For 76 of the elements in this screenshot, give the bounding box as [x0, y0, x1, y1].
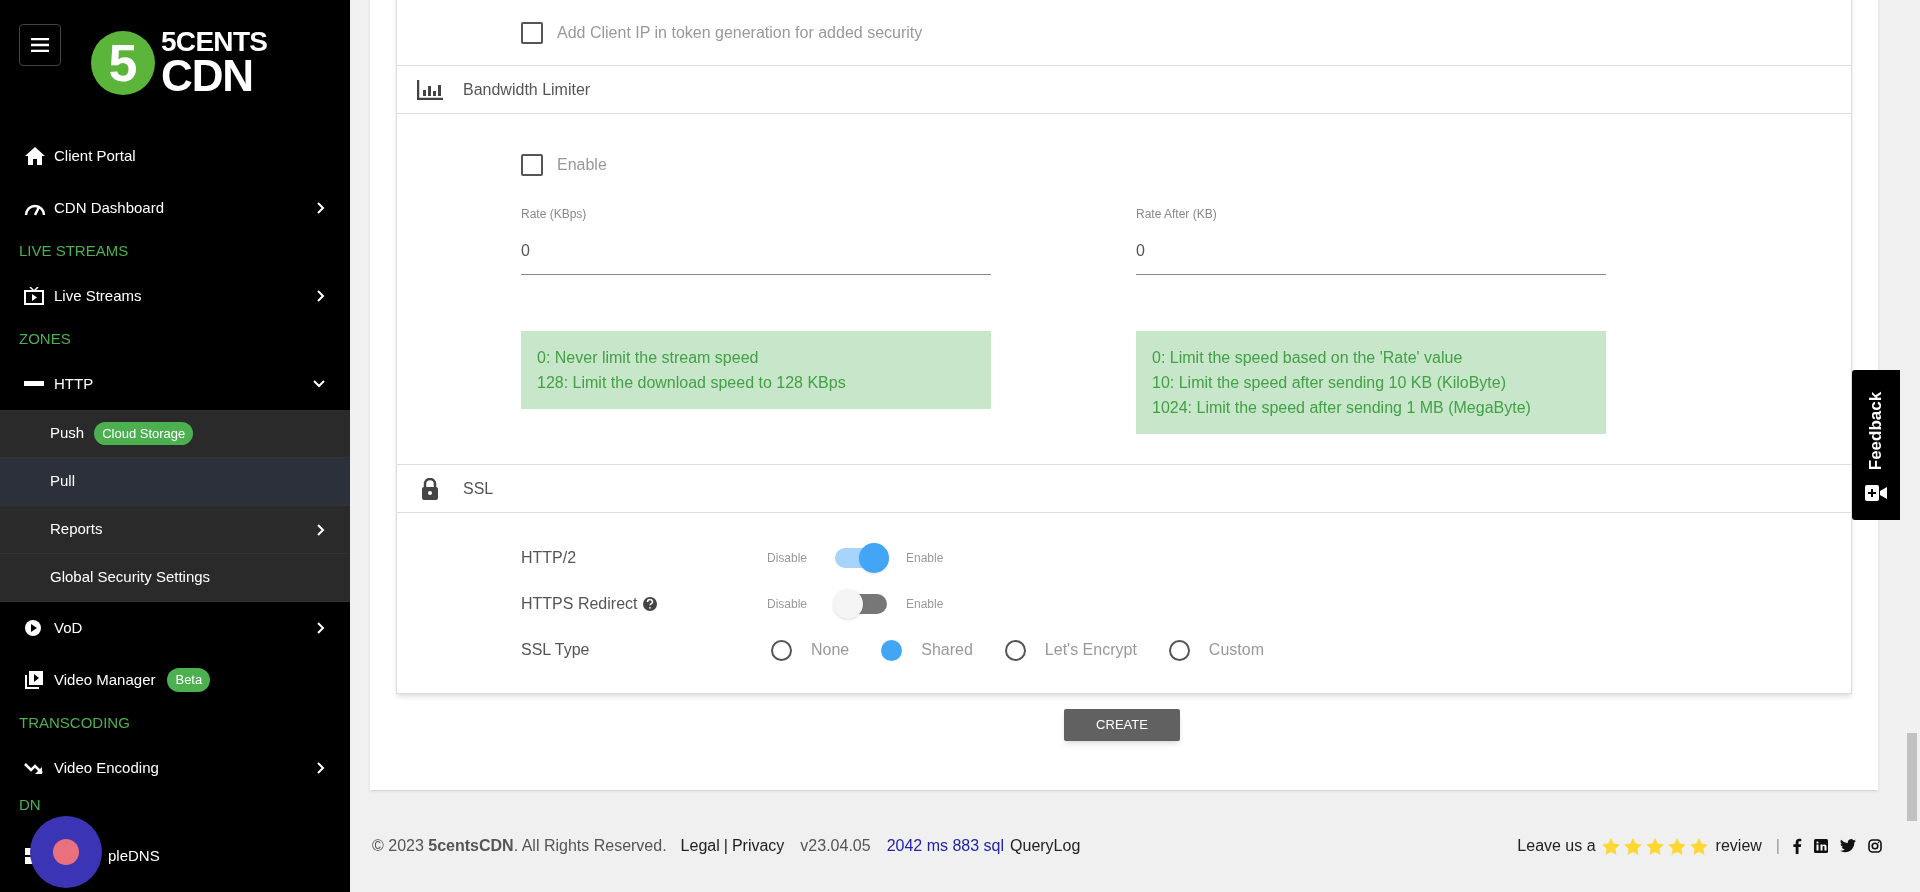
star-icon [1689, 837, 1708, 855]
section-heading: DN [18, 794, 42, 815]
field-label: Rate After (KB) [1136, 206, 1218, 223]
copyright-text: © 2023 5centsCDN. All Rights Reserved. [372, 836, 667, 856]
checkbox[interactable] [521, 21, 543, 44]
menu-icon [31, 38, 49, 52]
badge: Beta [167, 668, 211, 692]
video-add-icon [1865, 485, 1887, 501]
create-button[interactable]: CREATE [1064, 709, 1180, 741]
privacy-link[interactable]: Privacy [731, 837, 785, 854]
version-text: v23.04.05 [800, 836, 871, 856]
nav-item[interactable]: HTTP [0, 358, 350, 410]
nav-item[interactable]: CDN Dashboard [0, 182, 350, 234]
info-text: 0: Never limit the stream speed [537, 348, 760, 368]
play-icon [24, 619, 42, 637]
checkbox-label: Add Client IP in token generation for added security [557, 22, 923, 43]
star-icon [1601, 837, 1620, 855]
badge: Cloud Storage [94, 421, 194, 446]
video-library-icon [24, 670, 44, 690]
submenu-item[interactable]: Pull [0, 458, 350, 506]
info-text: 1024: Limit the speed after sending 1 MB (MegaByte) [1152, 398, 1532, 418]
instagram-icon[interactable] [1868, 839, 1882, 853]
section-title: SSL [463, 478, 494, 499]
info-text: 128: Limit the download speed to 128 KBps [537, 373, 847, 393]
nav-item[interactable]: Live Streams [0, 270, 350, 322]
nav-item[interactable]: Video Manager Beta [0, 654, 350, 706]
input-field[interactable]: 0 [1136, 235, 1606, 275]
toggle-switch[interactable] [833, 543, 889, 573]
linkedin-icon[interactable] [1814, 839, 1828, 853]
home-icon [24, 146, 46, 166]
separator: | [1775, 836, 1780, 856]
radio-button[interactable] [881, 639, 903, 661]
section-title: Bandwidth Limiter [463, 79, 591, 100]
star-icon [1623, 837, 1642, 855]
menu-button[interactable] [19, 24, 61, 66]
setting-label: HTTPS Redirect [521, 594, 638, 614]
toggle-label: Enable [906, 550, 944, 567]
separator: | [723, 837, 728, 854]
nav-item[interactable]: VoD [0, 602, 350, 654]
info-text: 0: Limit the speed based on the 'Rate' value [1152, 348, 1464, 368]
section-heading: TRANSCODING [18, 712, 131, 733]
toggle-label: Enable [906, 596, 944, 613]
radio-button[interactable] [1168, 639, 1190, 661]
star-rating[interactable] [1601, 837, 1708, 855]
checkbox[interactable] [521, 154, 543, 176]
checkbox-label: Enable [557, 155, 607, 175]
review-text: review [1715, 836, 1762, 856]
radio-button[interactable] [771, 639, 792, 661]
timing-text: 2042 ms 883 sql [886, 836, 1005, 856]
help-icon[interactable] [643, 597, 658, 611]
nav-item[interactable]: Video Encoding [0, 742, 350, 794]
section-heading: ZONES [18, 328, 72, 349]
info-text: 10: Limit the speed after sending 10 KB (KiloByte) [1152, 373, 1507, 393]
feedback-tab[interactable]: Feedback [1852, 370, 1900, 520]
twitter-icon[interactable] [1840, 839, 1856, 853]
feedback-label[interactable]: Feedback [1866, 389, 1886, 473]
bar-chart-icon [417, 79, 443, 100]
legal-link[interactable]: Legal [680, 837, 720, 854]
setting-label: HTTP/2 [521, 548, 577, 568]
input-field[interactable]: 0 [521, 235, 991, 275]
star-icon [1645, 837, 1664, 855]
toggle-label: Disable [767, 550, 809, 567]
toggle-label: Disable [767, 596, 809, 613]
star-icon [1667, 837, 1686, 855]
querylog-link[interactable]: QueryLog [1010, 834, 1081, 858]
radio-button[interactable] [1004, 639, 1026, 661]
tv-icon [24, 287, 44, 305]
facebook-icon[interactable] [1792, 838, 1802, 854]
field-label: Rate (KBps) [521, 206, 588, 223]
section-heading: LIVE STREAMS [18, 240, 130, 261]
scrollbar[interactable] [1904, 0, 1920, 892]
toggle-switch[interactable] [833, 589, 889, 619]
trend-down-icon [24, 761, 44, 775]
review-text: Leave us a [1517, 836, 1596, 856]
setting-label: SSL Type [521, 640, 591, 660]
nav-item[interactable]: Client Portal [0, 130, 350, 182]
